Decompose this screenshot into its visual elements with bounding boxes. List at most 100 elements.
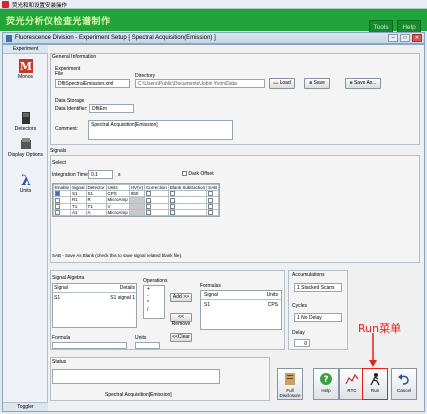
folder-icon: ▬ — [273, 80, 279, 86]
sab-checkbox[interactable] — [208, 191, 214, 197]
disk-icon: ■ — [349, 80, 353, 86]
column-header: Detector — [85, 184, 107, 191]
maximize-icon[interactable]: □ — [400, 34, 410, 42]
correction-checkbox[interactable] — [146, 191, 152, 197]
hv-cell — [128, 208, 146, 217]
status-title: Status — [52, 359, 67, 365]
units-field[interactable] — [135, 342, 160, 349]
operations-label: Operations — [143, 278, 168, 284]
operation-item[interactable]: - — [147, 293, 164, 300]
run-icon — [368, 372, 382, 386]
accumulations-mode: Stacked Scans — [301, 285, 335, 291]
blank-subtraction-checkbox[interactable] — [169, 210, 175, 216]
cycles-title: Cycles — [292, 303, 308, 309]
sab-note: SAB - Save As Blank (check this to save … — [52, 253, 183, 258]
signal-cell: S1 — [54, 295, 61, 301]
signal-algebra-list[interactable]: Signal Details S1 S1 signal 1 — [52, 283, 137, 328]
load-button[interactable]: ▬ Load — [269, 78, 295, 89]
help-button[interactable]: ? Help — [313, 368, 339, 400]
operation-item[interactable]: / — [147, 307, 164, 314]
correction-checkbox[interactable] — [146, 210, 152, 216]
full-disclosure-button[interactable]: Full Disclosure — [277, 368, 303, 400]
enable-checkbox[interactable] — [55, 197, 60, 203]
cycles-count: 1 — [297, 315, 300, 321]
comment-field[interactable]: Spectral Acquisition[Emission] — [88, 120, 233, 140]
dark-offset-check[interactable] — [182, 171, 187, 177]
save-as-label: Save As... — [353, 80, 377, 86]
run-button[interactable]: Run — [362, 368, 388, 400]
list-item[interactable]: S1 S1 signal 1 — [53, 293, 136, 303]
correction-checkbox[interactable] — [146, 203, 152, 209]
save-as-button[interactable]: ■ Save As... — [345, 78, 381, 89]
cancel-label: Cancel — [396, 388, 411, 393]
formulas-list[interactable]: Signal Units S1 CPS — [200, 290, 282, 330]
delay-field[interactable]: 0 — [294, 339, 310, 347]
sab-checkbox[interactable] — [208, 210, 214, 216]
svg-text:M: M — [19, 60, 31, 73]
dark-offset-checkbox[interactable]: Dark Offset — [182, 171, 214, 177]
signals-table-header: Enable Signal Detector Units HV(V) Corre… — [52, 184, 220, 191]
details-header: Details — [119, 285, 135, 291]
blank-subtraction-checkbox[interactable] — [169, 191, 175, 197]
units-cell: MicroAmp — [105, 208, 130, 217]
directory-field[interactable]: C:\Users\Public\Documents\Jobin Yvon\Dat… — [135, 79, 265, 88]
formulas-label: Formulas — [200, 283, 221, 289]
sab-checkbox[interactable] — [208, 203, 214, 209]
operation-item[interactable]: * — [147, 300, 164, 307]
column-header: Blank Subtraction — [167, 184, 208, 191]
sidebar-item-display-options[interactable]: Display Options — [3, 137, 48, 158]
minimize-icon[interactable]: – — [388, 34, 398, 42]
enable-checkbox[interactable] — [55, 191, 60, 197]
table-row[interactable]: A1 A MicroAmp — [52, 208, 220, 217]
signal-cell: A1 — [70, 208, 87, 217]
accumulations-select[interactable]: 1 Stacked Scans — [294, 283, 342, 292]
toggler-button[interactable]: Toggler — [3, 402, 48, 411]
close-icon[interactable]: ✕ — [412, 34, 422, 42]
integration-time-field[interactable]: 0.1 — [88, 170, 113, 179]
add-button[interactable]: Add >> — [170, 293, 192, 302]
column-header: Signal — [70, 184, 87, 191]
units-label: Units — [135, 335, 147, 341]
cycles-select[interactable]: 1 No Delay — [294, 313, 342, 322]
sidebar-item-units[interactable]: λ Units — [3, 173, 48, 194]
remove-button[interactable]: << Remove — [170, 313, 192, 327]
file-field[interactable]: DfltSpectralEmission.xml — [55, 79, 130, 88]
enable-checkbox[interactable] — [55, 203, 60, 209]
accumulations-count: 1 — [297, 285, 300, 291]
clear-button[interactable]: <<Clear — [170, 333, 192, 342]
sidebar-item-monos[interactable]: M Monos — [3, 59, 48, 80]
operations-list[interactable]: + - * / — [143, 285, 165, 319]
formula-signal-cell: S1 — [204, 302, 211, 308]
sidebar-tab-experiment[interactable]: Experiment — [3, 45, 48, 54]
lambda-icon: λ — [19, 173, 33, 189]
data-identifier-field[interactable]: DfltEm — [89, 104, 134, 113]
blank-subtraction-checkbox[interactable] — [169, 197, 175, 203]
sidebar-item-label: Display Options — [7, 152, 43, 158]
formula-units-header: Units — [266, 292, 278, 298]
correction-checkbox[interactable] — [146, 197, 152, 203]
column-header: Enable — [52, 184, 72, 191]
dark-offset-label: Dark Offset — [188, 171, 214, 177]
select-label: Select — [52, 160, 66, 166]
list-item[interactable]: S1 CPS — [201, 300, 281, 310]
window-title: Fluorescence Division - Experiment Setup… — [15, 35, 216, 41]
blank-subtraction-checkbox[interactable] — [169, 203, 175, 209]
detector-cell: A — [85, 208, 107, 217]
signal-algebra-title: Signal Algebra — [52, 275, 85, 281]
save-button[interactable]: ■ Save — [304, 78, 330, 89]
disk-icon: ■ — [309, 80, 313, 86]
sab-checkbox[interactable] — [208, 197, 214, 203]
sidebar: Experiment M Monos Detectors Display Opt… — [3, 45, 48, 411]
enable-checkbox[interactable] — [55, 210, 60, 216]
rtc-label: RTC — [347, 388, 357, 393]
sidebar-item-detectors[interactable]: Detectors — [3, 111, 48, 132]
load-label: Load — [279, 80, 291, 86]
operation-item[interactable]: + — [147, 286, 164, 293]
units-cell: MicroAmp — [105, 196, 130, 204]
integration-time-label: Integration Time: — [52, 172, 90, 178]
app-banner-title: 荧光分析仪检查光谱制作 — [6, 16, 111, 26]
formula-field[interactable] — [52, 342, 127, 349]
data-identifier-label: Data Identifier: — [55, 106, 88, 112]
cancel-button[interactable]: Cancel — [391, 368, 417, 400]
experiment-name: Spectral Acquisition[Emission] — [105, 392, 172, 398]
